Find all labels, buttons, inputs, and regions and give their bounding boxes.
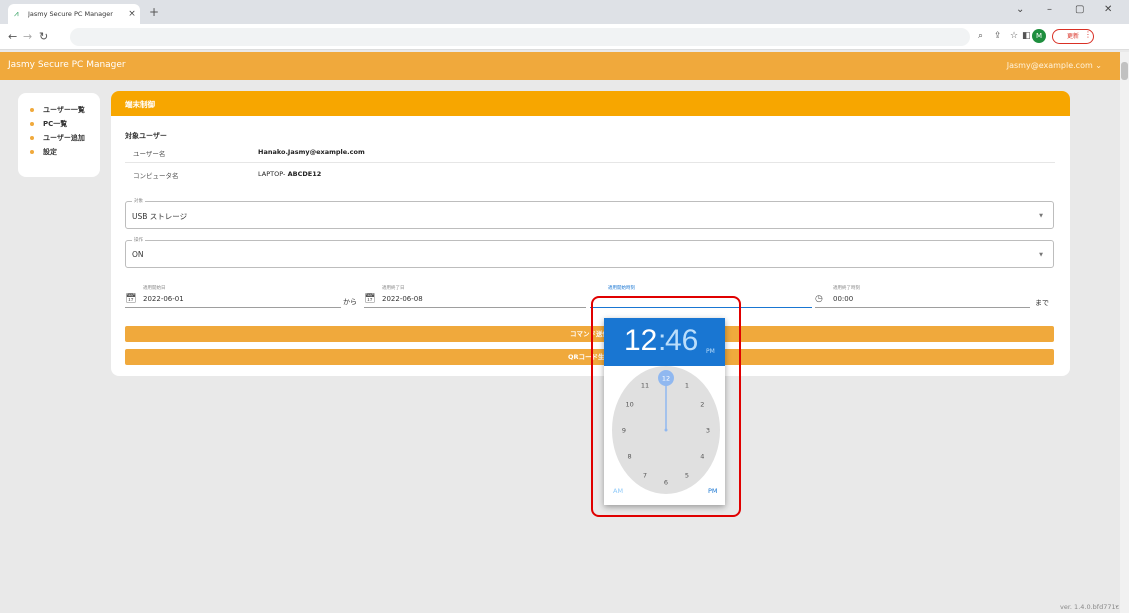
dropdown-caret-icon: ▼ xyxy=(1039,252,1043,258)
sidebar-item-label: PC一覧 xyxy=(43,120,68,128)
bullet-icon xyxy=(30,136,34,140)
username-key: ユーザー名 xyxy=(133,150,166,158)
scrollbar-thumb[interactable] xyxy=(1121,62,1128,80)
app-title: Jasmy Secure PC Manager xyxy=(8,60,126,70)
send-command-button[interactable]: コマンド送信 xyxy=(125,326,1054,342)
bullet-icon xyxy=(30,122,34,126)
target-value: USB ストレージ xyxy=(132,212,188,221)
end-time-label: 適用終了時刻 xyxy=(833,286,860,291)
share-icon[interactable]: ⇪ xyxy=(994,31,1002,41)
generate-qr-button[interactable]: QRコード生成 xyxy=(125,349,1054,365)
bullet-icon xyxy=(30,108,34,112)
username-row: ユーザー名 Hanako.Jasmy@example.com xyxy=(125,141,1055,163)
tab-search-chevron-icon[interactable]: ⌄ xyxy=(1016,4,1024,15)
computer-name-key: コンピュータ名 xyxy=(133,172,179,180)
version-label: ver. 1.4.0.bfd771c xyxy=(1060,603,1120,611)
jasmy-favicon-icon: ⩘ xyxy=(14,9,19,18)
target-select[interactable]: 対象 USB ストレージ ▼ xyxy=(125,198,1054,229)
address-bar: ← → ↻ ⌕ ⇪ ☆ ◧ M 更新 ⋮ xyxy=(0,24,1129,50)
sidebar-item-settings[interactable]: 設定 xyxy=(18,145,100,159)
bookmark-star-icon[interactable]: ☆ xyxy=(1010,31,1018,41)
clock-icon[interactable]: ◷ xyxy=(815,294,823,304)
operation-select[interactable]: 操作 ON ▼ xyxy=(125,237,1054,268)
operation-value: ON xyxy=(132,250,144,259)
made-label: まで xyxy=(1035,299,1049,307)
app-header: Jasmy Secure PC Manager Jasmy@example.co… xyxy=(0,52,1120,80)
browser-tab[interactable]: ⩘ Jasmy Secure PC Manager × xyxy=(8,4,140,24)
start-date-value: 2022-06-01 xyxy=(143,295,184,303)
calendar-icon[interactable]: 📅︎ xyxy=(125,294,136,304)
maximize-icon[interactable]: ▢ xyxy=(1075,4,1084,15)
sidebar: ユーザー一覧 PC一覧 ユーザー追加 設定 xyxy=(18,93,100,177)
computer-name-value-group: LAPTOP- ABCDE12 xyxy=(258,170,321,178)
new-tab-icon[interactable]: + xyxy=(149,5,159,19)
zoom-icon[interactable]: ⌕ xyxy=(978,31,983,41)
computer-name-prefix: LAPTOP- xyxy=(258,170,286,178)
computer-name-value: ABCDE12 xyxy=(287,170,322,178)
card-header: 端末制御 xyxy=(111,91,1070,116)
target-user-label: 対象ユーザー xyxy=(125,132,167,140)
username-value: Hanako.Jasmy@example.com xyxy=(258,148,365,156)
bullet-icon xyxy=(30,150,34,154)
close-window-icon[interactable]: ✕ xyxy=(1104,4,1112,15)
url-input[interactable] xyxy=(70,28,970,46)
reload-icon[interactable]: ↻ xyxy=(39,30,48,43)
end-date-value: 2022-06-08 xyxy=(382,295,423,303)
end-time-value: 00:00 xyxy=(833,295,854,303)
page-scrollbar[interactable] xyxy=(1120,52,1129,613)
annotation-highlight-box xyxy=(591,296,741,517)
browser-tabbar: ⩘ Jasmy Secure PC Manager × + ⌄ – ▢ ✕ xyxy=(0,0,1129,24)
sidebar-item-label: 設定 xyxy=(43,148,57,156)
scroll-down-icon[interactable]: ⌄ xyxy=(1114,601,1120,609)
target-legend: 対象 xyxy=(132,198,145,204)
update-label: 更新 xyxy=(1066,33,1079,40)
sidepanel-icon[interactable]: ◧ xyxy=(1022,31,1031,41)
dropdown-caret-icon: ▼ xyxy=(1039,213,1043,219)
sidebar-item-pc-list[interactable]: PC一覧 xyxy=(18,117,100,131)
operation-legend: 操作 xyxy=(132,237,145,243)
start-time-label: 適用開始時刻 xyxy=(608,286,635,291)
start-date-field[interactable]: 適用開始日 📅︎ 2022-06-01 xyxy=(125,286,341,308)
back-icon[interactable]: ← xyxy=(8,30,17,43)
profile-avatar[interactable]: M xyxy=(1032,29,1046,43)
sidebar-item-label: ユーザー追加 xyxy=(43,134,85,142)
tab-title: Jasmy Secure PC Manager xyxy=(28,10,113,18)
calendar-icon[interactable]: 📅︎ xyxy=(364,294,375,304)
computer-name-row: コンピュータ名 LAPTOP- ABCDE12 xyxy=(125,163,358,185)
end-date-field[interactable]: 適用終了日 📅︎ 2022-06-08 xyxy=(364,286,586,308)
tab-close-icon[interactable]: × xyxy=(124,9,140,19)
start-date-label: 適用開始日 xyxy=(143,286,166,291)
minimize-icon[interactable]: – xyxy=(1047,4,1052,15)
forward-icon[interactable]: → xyxy=(23,30,32,43)
user-menu[interactable]: Jasmy@example.com ⌄ xyxy=(1007,61,1102,70)
sidebar-item-label: ユーザー一覧 xyxy=(43,106,85,114)
menu-dots-icon[interactable]: ⋮ xyxy=(1084,30,1092,39)
end-date-label: 適用終了日 xyxy=(382,286,405,291)
kara-label: から xyxy=(343,298,357,306)
end-time-field[interactable]: 適用終了時刻 ◷ 00:00 xyxy=(815,286,1030,308)
sidebar-item-user-list[interactable]: ユーザー一覧 xyxy=(18,103,100,117)
sidebar-item-add-user[interactable]: ユーザー追加 xyxy=(18,131,100,145)
